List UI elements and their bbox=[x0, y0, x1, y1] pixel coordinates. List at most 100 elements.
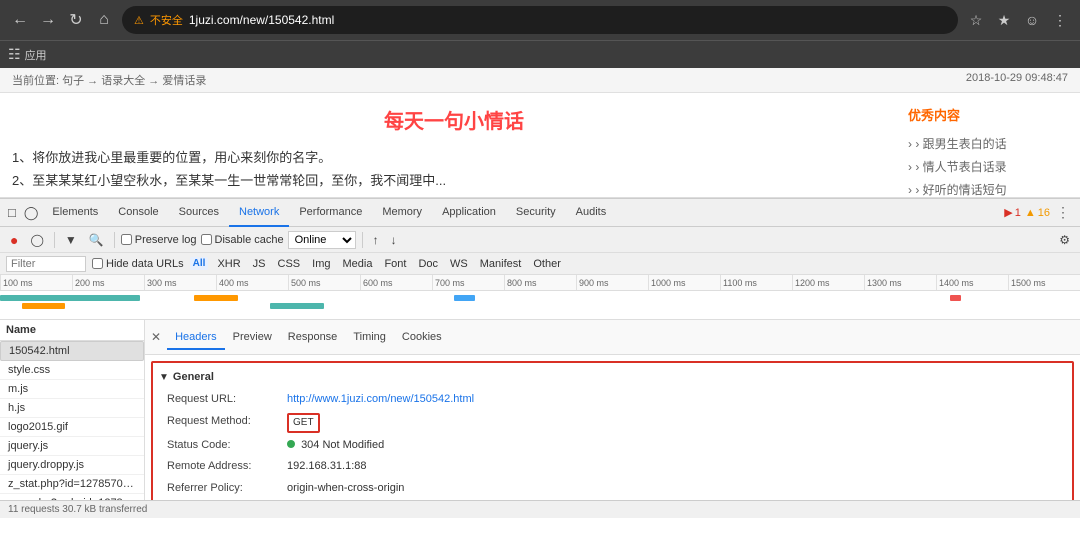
all-filter[interactable]: All bbox=[190, 257, 209, 270]
timeline-area: 100 ms 200 ms 300 ms 400 ms 500 ms 600 m… bbox=[0, 275, 1080, 320]
clear-button[interactable]: ◯ bbox=[26, 231, 47, 249]
filter-input[interactable] bbox=[6, 256, 86, 272]
tab-network[interactable]: Network bbox=[229, 199, 289, 227]
back-button[interactable]: ← bbox=[8, 8, 32, 32]
file-item-logo[interactable]: logo2015.gif bbox=[0, 418, 144, 437]
doc-filter[interactable]: Doc bbox=[415, 257, 441, 271]
breadcrumb-right: 2018-10-29 09:48:47 bbox=[966, 72, 1068, 88]
detail-tab-response[interactable]: Response bbox=[280, 326, 346, 350]
tab-elements[interactable]: Elements bbox=[42, 199, 108, 227]
referrer-policy-value: origin-when-cross-origin bbox=[287, 480, 1058, 498]
account-button[interactable]: ☺ bbox=[1020, 8, 1044, 32]
name-column-header: Name bbox=[6, 324, 36, 336]
tab-audits[interactable]: Audits bbox=[566, 199, 617, 227]
devtools-more-button[interactable]: ⋮ bbox=[1050, 204, 1076, 221]
apps-button[interactable]: ☷ 应用 bbox=[8, 46, 47, 63]
tick-1400: 1400 ms bbox=[936, 275, 1008, 290]
disable-cache-checkbox[interactable] bbox=[201, 234, 212, 245]
file-item-jquery-droppy[interactable]: jquery.droppy.js bbox=[0, 456, 144, 475]
tab-sources[interactable]: Sources bbox=[169, 199, 229, 227]
search-button[interactable]: 🔍 bbox=[85, 231, 108, 249]
file-item-style[interactable]: style.css bbox=[0, 361, 144, 380]
tl-bar-5 bbox=[270, 303, 324, 309]
general-section: ▼ General Request URL: http://www.1juzi.… bbox=[151, 361, 1074, 500]
filter-button[interactable]: ▼ bbox=[61, 231, 81, 249]
settings-button[interactable]: ⚙ bbox=[1055, 231, 1074, 249]
request-method-value: GET bbox=[287, 413, 1058, 433]
separator-1 bbox=[54, 232, 55, 248]
timeline-ruler: 100 ms 200 ms 300 ms 400 ms 500 ms 600 m… bbox=[0, 275, 1080, 291]
file-item-jquery[interactable]: jquery.js bbox=[0, 437, 144, 456]
sidebar-title: 优秀内容 bbox=[908, 105, 1068, 124]
status-code-row: Status Code: 304 Not Modified bbox=[167, 435, 1058, 457]
css-filter[interactable]: CSS bbox=[275, 257, 304, 271]
file-item-m[interactable]: m.js bbox=[0, 380, 144, 399]
separator-2 bbox=[114, 232, 115, 248]
devtools-device-button[interactable]: ◯ bbox=[20, 203, 43, 223]
referrer-policy-row: Referrer Policy: origin-when-cross-origi… bbox=[167, 478, 1058, 500]
nav-buttons: ← → ↻ ⌂ bbox=[8, 8, 116, 32]
close-detail-button[interactable]: ✕ bbox=[151, 330, 161, 344]
reload-button[interactable]: ↻ bbox=[64, 8, 88, 32]
tl-bar-3 bbox=[54, 295, 140, 301]
file-item-zstat[interactable]: z_stat.php?id=1278570834&... bbox=[0, 475, 144, 494]
request-url-label: Request URL: bbox=[167, 391, 287, 409]
file-list-header: Name bbox=[0, 320, 144, 341]
home-button[interactable]: ⌂ bbox=[92, 8, 116, 32]
star-button[interactable]: ★ bbox=[992, 8, 1016, 32]
sidebar-item-3[interactable]: › 好听的情话短句 bbox=[908, 178, 1068, 198]
hide-data-urls-label[interactable]: Hide data URLs bbox=[92, 258, 184, 270]
detail-tab-preview[interactable]: Preview bbox=[225, 326, 280, 350]
font-filter[interactable]: Font bbox=[381, 257, 409, 271]
general-section-header[interactable]: ▼ General bbox=[159, 367, 1066, 387]
js-filter[interactable]: JS bbox=[250, 257, 269, 271]
img-filter[interactable]: Img bbox=[309, 257, 333, 271]
export-button[interactable]: ↓ bbox=[387, 231, 401, 249]
hide-data-urls-checkbox[interactable] bbox=[92, 258, 103, 269]
tick-300: 300 ms bbox=[144, 275, 216, 290]
menu-button[interactable]: ⋮ bbox=[1048, 8, 1072, 32]
detail-tab-cookies[interactable]: Cookies bbox=[394, 326, 450, 350]
media-filter[interactable]: Media bbox=[339, 257, 375, 271]
tick-1100: 1100 ms bbox=[720, 275, 792, 290]
devtools-tabs: □ ◯ Elements Console Sources Network Per… bbox=[0, 199, 1080, 227]
xhr-filter[interactable]: XHR bbox=[214, 257, 243, 271]
bookmark-button[interactable]: ☆ bbox=[964, 8, 988, 32]
tab-application[interactable]: Application bbox=[432, 199, 506, 227]
request-method-row: Request Method: GET bbox=[167, 411, 1058, 435]
file-item-h[interactable]: h.js bbox=[0, 399, 144, 418]
tab-console[interactable]: Console bbox=[108, 199, 168, 227]
ws-filter[interactable]: WS bbox=[447, 257, 471, 271]
remote-address-value: 192.168.31.1:88 bbox=[287, 458, 1058, 476]
devtools-inspect-button[interactable]: □ bbox=[4, 203, 20, 222]
tl-bar-6 bbox=[454, 295, 476, 301]
method-box: GET bbox=[287, 413, 320, 433]
tab-memory[interactable]: Memory bbox=[372, 199, 432, 227]
remote-address-row: Remote Address: 192.168.31.1:88 bbox=[167, 456, 1058, 478]
throttle-select[interactable]: Online Offline Slow 3G Fast 3G bbox=[288, 231, 356, 249]
sidebar-item-2[interactable]: › 情人节表白话录 bbox=[908, 155, 1068, 178]
file-item-150542[interactable]: 150542.html bbox=[0, 341, 144, 361]
preserve-log-label[interactable]: Preserve log bbox=[121, 234, 197, 246]
preserve-log-checkbox[interactable] bbox=[121, 234, 132, 245]
import-button[interactable]: ↑ bbox=[369, 231, 383, 249]
disable-cache-label[interactable]: Disable cache bbox=[201, 234, 284, 246]
manifest-filter[interactable]: Manifest bbox=[477, 257, 525, 271]
tab-security[interactable]: Security bbox=[506, 199, 566, 227]
tab-performance[interactable]: Performance bbox=[289, 199, 372, 227]
url-input[interactable] bbox=[189, 13, 946, 27]
tick-900: 900 ms bbox=[576, 275, 648, 290]
apps-icon: ☷ bbox=[8, 46, 21, 63]
sidebar-item-1[interactable]: › 跟男生表白的话 bbox=[908, 132, 1068, 155]
forward-button[interactable]: → bbox=[36, 8, 60, 32]
website-content: 当前位置: 句子 → 语录大全 → 爱情话录 2018-10-29 09:48:… bbox=[0, 68, 1080, 198]
request-url-row: Request URL: http://www.1juzi.com/new/15… bbox=[167, 389, 1058, 411]
devtools-panels: Name 150542.html style.css m.js h.js log… bbox=[0, 320, 1080, 500]
page-main: 每天一句小情话 1、将你放进我心里最重要的位置，用心来刻你的名字。 2、至某某某… bbox=[12, 105, 896, 198]
request-url-value: http://www.1juzi.com/new/150542.html bbox=[287, 391, 1058, 409]
other-filter[interactable]: Other bbox=[530, 257, 564, 271]
detail-tab-headers[interactable]: Headers bbox=[167, 326, 225, 350]
record-button[interactable]: ● bbox=[6, 230, 22, 250]
breadcrumb-left: 当前位置: 句子 → 语录大全 → 爱情话录 bbox=[12, 72, 206, 88]
detail-tab-timing[interactable]: Timing bbox=[345, 326, 394, 350]
